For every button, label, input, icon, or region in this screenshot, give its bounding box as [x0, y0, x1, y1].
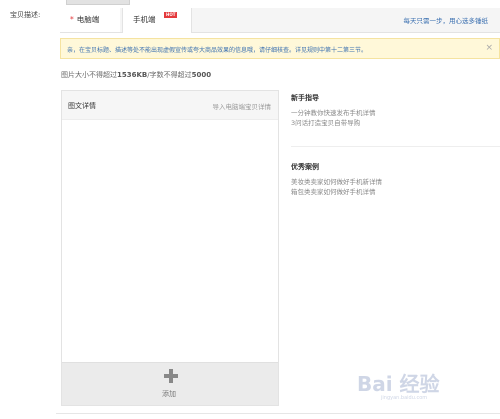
limit-mid: /字数不得超过	[147, 71, 192, 79]
watermark-logo: Bai 经验 jingyan.baidu.com	[357, 368, 477, 404]
hot-badge: HOT	[164, 12, 178, 18]
section-divider	[291, 146, 500, 147]
detail-editor: 图文详情 导入电脑端宝贝详情 添加	[61, 90, 279, 406]
tab-bar: * 电脑端 手机端 HOT 每天只需一步，用心选多锤纸	[60, 8, 500, 33]
bottom-divider	[56, 413, 500, 414]
required-mark: *	[70, 15, 74, 24]
close-icon[interactable]: ×	[485, 43, 493, 53]
guide-title: 新手指导	[291, 94, 319, 102]
limit-size: 1536KB	[117, 71, 148, 79]
import-pc-detail-link[interactable]: 导入电脑端宝贝详情	[213, 101, 272, 111]
tab-promo-link[interactable]: 每天只需一步，用心选多锤纸	[404, 15, 489, 25]
limit-prefix: 图片大小不得超过	[61, 71, 117, 79]
tab-pc-label: 电脑端	[76, 15, 100, 24]
size-limit-text: 图片大小不得超过1536KB/字数不得超过5000	[61, 70, 211, 80]
cases-title: 优秀案例	[291, 163, 319, 171]
watermark-main: Bai 经验	[357, 372, 440, 396]
tab-mobile[interactable]: 手机端	[122, 8, 192, 33]
editor-header: 图文详情 导入电脑端宝贝详情	[62, 91, 278, 120]
watermark-sub: jingyan.baidu.com	[381, 395, 428, 401]
plus-icon	[164, 369, 178, 383]
case-link[interactable]: 箱包类卖家如何做好手机详情	[291, 187, 500, 197]
limit-chars: 5000	[191, 71, 212, 79]
notice-bar: 亲，在宝贝标题、描述等处不能出现虚假宣传或夸大商品效果的信息哦，请仔细核查。详见…	[60, 38, 500, 59]
tab-pc[interactable]: * 电脑端	[60, 8, 120, 32]
case-link[interactable]: 美妆类卖家如何做好手机新详情	[291, 177, 500, 187]
tab-mobile-label: 手机端	[133, 15, 156, 24]
guide-link[interactable]: 一分钟教你快速发布手机详情	[291, 108, 500, 118]
add-button[interactable]: 添加	[62, 362, 278, 405]
top-button-fragment[interactable]	[66, 0, 130, 5]
notice-text[interactable]: 亲，在宝贝标题、描述等处不能出现虚假宣传或夸大商品效果的信息哦，请仔细核查。详见…	[67, 45, 367, 54]
field-label: 宝贝描述:	[10, 11, 41, 19]
cases-section: 优秀案例 美妆类卖家如何做好手机新详情 箱包类卖家如何做好手机详情	[291, 162, 500, 197]
add-label: 添加	[162, 390, 176, 398]
guide-link[interactable]: 3问话打造宝贝自带导购	[291, 118, 500, 128]
guide-section: 新手指导 一分钟教你快速发布手机详情 3问话打造宝贝自带导购	[291, 93, 500, 128]
editor-title: 图文详情	[68, 102, 96, 110]
